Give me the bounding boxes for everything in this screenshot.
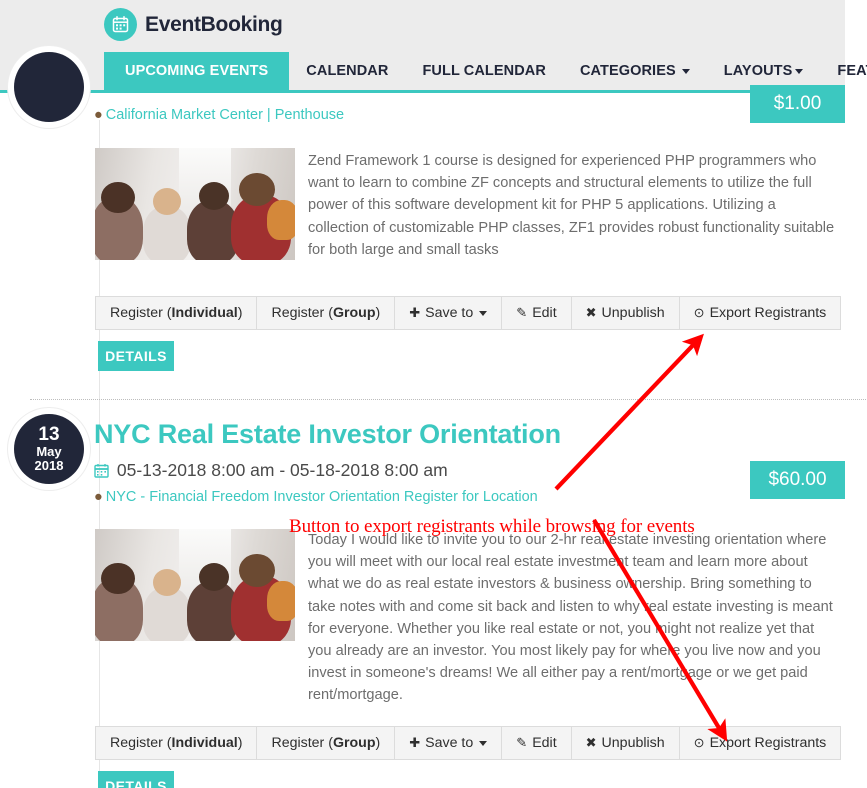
date-badge-event-2: 13 May 2018	[14, 414, 84, 484]
event-location-1[interactable]: ● California Market Center | Penthouse	[94, 107, 344, 123]
button-label: Export Registrants	[709, 305, 827, 321]
chevron-down-icon	[681, 68, 690, 74]
button-label-emphasis: Individual	[171, 305, 238, 321]
date-badge-day: 13	[38, 424, 60, 446]
chevron-down-icon	[795, 68, 804, 74]
nav-item-categories[interactable]: CATEGORIES	[563, 52, 707, 90]
button-label: Register (	[271, 305, 333, 321]
nav-item-upcoming-events[interactable]: UPCOMING EVENTS	[104, 52, 290, 90]
event-thumbnail-2	[95, 529, 295, 641]
button-label-suffix: )	[375, 735, 381, 751]
event-description-2: Today I would like to invite you to our …	[308, 532, 833, 704]
site-header: EventBooking UPCOMING EVENTS CALENDAR FULL…	[0, 0, 867, 93]
nav-item-label: FEATU	[837, 63, 867, 79]
event-location-2[interactable]: ● NYC - Financial Freedom Investor Orient…	[94, 489, 538, 505]
date-badge-event-1	[14, 52, 84, 122]
button-label: Save to	[425, 735, 474, 751]
nav-item-calendar[interactable]: CALENDAR	[289, 52, 405, 90]
individual-button[interactable]: Register (Individual)	[95, 726, 258, 760]
button-label: Register (	[110, 735, 172, 751]
date-badge-year: 2018	[34, 457, 64, 473]
event-price-2: $60.00	[750, 461, 845, 499]
nav-item-label: FULL CALENDAR	[422, 63, 546, 79]
button-label-emphasis: Group	[332, 305, 376, 321]
event-actions-1: Register (Individual) Register (Group) ✚ Sa…	[95, 296, 842, 330]
save-to-button[interactable]: ✚ Save to	[394, 296, 503, 330]
edit-button[interactable]: ✎ Edit	[501, 726, 572, 760]
button-label: Edit	[532, 735, 557, 751]
individual-button[interactable]: Register (Individual)	[95, 296, 258, 330]
event-datetime-label-2: 05-13-2018 8:00 am - 05-18-2018 8:00 am	[116, 460, 448, 480]
download-clock-icon: ⊙	[693, 735, 705, 750]
button-label-suffix: )	[237, 305, 243, 321]
download-clock-icon: ⊙	[693, 305, 705, 320]
button-label: Save to	[425, 305, 474, 321]
button-label: Unpublish	[601, 735, 665, 751]
button-label-suffix: )	[375, 305, 381, 321]
button-label-emphasis: Individual	[171, 735, 238, 751]
chevron-down-icon	[479, 310, 488, 316]
group-button[interactable]: Register (Group)	[256, 296, 396, 330]
map-pin-icon: ●	[94, 107, 103, 123]
brand-name: EventBooking	[145, 13, 283, 36]
nav-item-label: UPCOMING EVENTS	[125, 63, 269, 79]
pencil-icon: ✎	[516, 305, 528, 320]
event-title-2[interactable]: NYC Real Estate Investor Orientation	[94, 419, 561, 450]
group-button[interactable]: Register (Group)	[256, 726, 396, 760]
event-location-label-1: California Market Center | Penthouse	[105, 107, 345, 123]
details-button-2[interactable]: DETAILS	[98, 771, 174, 788]
event-datetime-2: 05-13-2018 8:00 am - 05-18-2018 8:00 am	[94, 460, 448, 481]
close-x-icon: ✖	[585, 305, 597, 320]
save-to-button[interactable]: ✚ Save to	[394, 726, 503, 760]
button-label: Register (	[110, 305, 172, 321]
nav-item-full-calendar[interactable]: FULL CALENDAR	[405, 52, 562, 90]
event-description-1: Zend Framework 1 course is designed for …	[308, 153, 835, 258]
button-label: Register (	[271, 735, 333, 751]
plus-icon: ✚	[409, 305, 421, 320]
event-divider	[30, 399, 867, 400]
close-x-icon: ✖	[585, 735, 597, 750]
export-registrants-button[interactable]: ⊙ Export Registrants	[678, 296, 842, 330]
calendar-icon	[94, 460, 114, 480]
edit-button[interactable]: ✎ Edit	[501, 296, 572, 330]
calendar-icon	[104, 8, 137, 41]
main-navigation: UPCOMING EVENTS CALENDAR FULL CALENDAR CATE…	[0, 52, 867, 93]
nav-item-label: CATEGORIES	[579, 63, 676, 79]
unpublish-button[interactable]: ✖ Unpublish	[570, 296, 680, 330]
nav-item-label: CALENDAR	[306, 63, 389, 79]
export-registrants-button[interactable]: ⊙ Export Registrants	[678, 726, 842, 760]
button-label: Edit	[532, 305, 557, 321]
unpublish-button[interactable]: ✖ Unpublish	[570, 726, 680, 760]
page-root: EventBooking UPCOMING EVENTS CALENDAR FULL…	[0, 0, 867, 788]
event-location-label-2: NYC - Financial Freedom Investor Orienta…	[105, 489, 538, 505]
button-label: Export Registrants	[709, 735, 827, 751]
brand-logo[interactable]: EventBooking	[104, 8, 283, 41]
details-button-1[interactable]: DETAILS	[98, 341, 174, 371]
date-badge-month: May	[36, 444, 62, 460]
button-label: Unpublish	[601, 305, 665, 321]
event-thumbnail-1	[95, 148, 295, 260]
annotation-label: Button to export registrants while brows…	[289, 516, 695, 537]
plus-icon: ✚	[409, 735, 421, 750]
map-pin-icon: ●	[94, 489, 103, 505]
chevron-down-icon	[479, 740, 488, 746]
event-price-1: $1.00	[750, 85, 845, 123]
nav-item-label: LAYOUTS	[723, 63, 793, 79]
button-label-suffix: )	[237, 735, 243, 751]
button-label-emphasis: Group	[332, 735, 376, 751]
event-actions-2: Register (Individual) Register (Group) ✚ Sa…	[95, 726, 842, 760]
pencil-icon: ✎	[516, 735, 528, 750]
